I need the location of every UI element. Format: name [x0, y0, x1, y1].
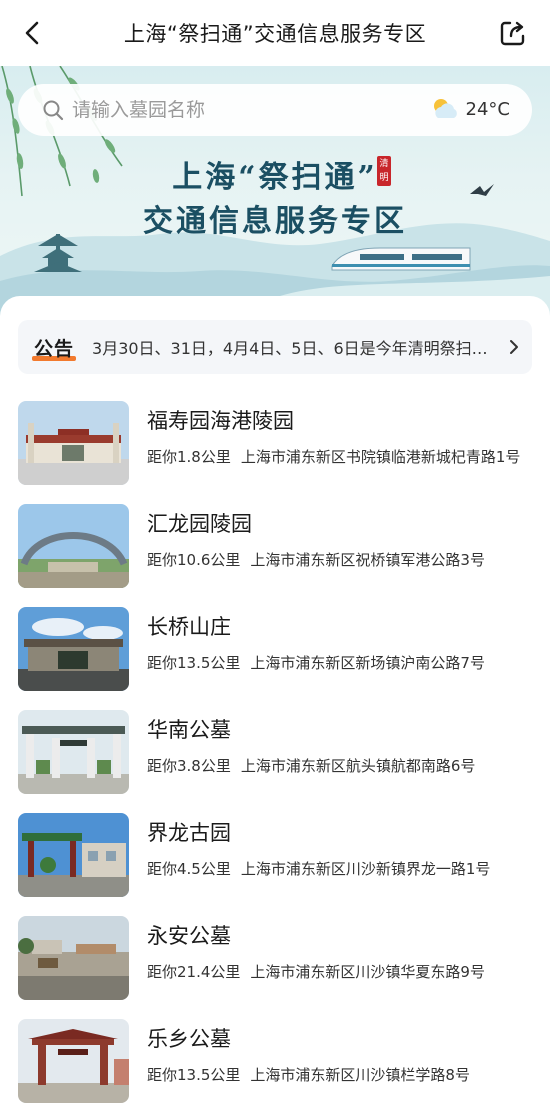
cemetery-name: 福寿园海港陵园: [147, 409, 294, 433]
share-icon: [500, 21, 525, 46]
list-item[interactable]: 福寿园海港陵园 距你1.8公里 上海市浦东新区书院镇临港新城杞青路1号: [0, 400, 550, 503]
cemetery-distance: 距你10.6公里: [147, 551, 241, 569]
top-bar: 上海“祭扫通”交通信息服务专区: [0, 0, 550, 66]
search-bar[interactable]: 24°C: [18, 84, 532, 136]
list-item[interactable]: 乐乡公墓 距你13.5公里 上海市浦东新区川沙镇栏学路8号: [0, 1018, 550, 1106]
cemetery-address: 上海市浦东新区川沙新镇界龙一路1号: [240, 860, 491, 878]
cemetery-name: 永安公墓: [147, 924, 231, 948]
cemetery-name: 汇龙园陵园: [147, 512, 252, 536]
notice-text: 3月30日、31日，4月4日、5日、6日是今年清明祭扫高峰日: [92, 339, 493, 358]
cemetery-distance: 距你4.5公里: [147, 860, 231, 878]
cemetery-distance: 距你13.5公里: [147, 654, 241, 672]
cemetery-photo: [18, 607, 129, 691]
list-item[interactable]: 华南公墓 距你3.8公里 上海市浦东新区航头镇航都南路6号: [0, 709, 550, 812]
cemetery-distance: 距你3.8公里: [147, 757, 231, 775]
temperature: 24°C: [465, 98, 510, 120]
cemetery-name: 华南公墓: [147, 718, 231, 742]
cemetery-name: 长桥山庄: [147, 615, 231, 639]
banner-title-line2: 交通信息服务专区: [143, 204, 407, 239]
cemetery-address-line: 距你21.4公里 上海市浦东新区川沙镇华夏东路9号: [147, 961, 533, 982]
cemetery-distance: 距你21.4公里: [147, 963, 241, 981]
cemetery-address-line: 距你13.5公里 上海市浦东新区川沙镇栏学路8号: [147, 1064, 533, 1085]
page-title: 上海“祭扫通”交通信息服务专区: [123, 22, 427, 46]
cemetery-address-line: 距你4.5公里 上海市浦东新区川沙新镇界龙一路1号: [147, 858, 533, 879]
cemetery-address-line: 距你13.5公里 上海市浦东新区新场镇沪南公路7号: [147, 652, 533, 673]
cemetery-photo: [18, 1019, 129, 1103]
list-item[interactable]: 汇龙园陵园 距你10.6公里 上海市浦东新区祝桥镇军港公路3号: [0, 503, 550, 606]
search-icon: [43, 100, 64, 121]
cemetery-photo: [18, 504, 129, 588]
cemetery-name: 界龙古园: [147, 821, 231, 845]
search-input[interactable]: [72, 99, 412, 121]
qingming-seal: 清明: [377, 156, 391, 186]
content-card: 公告 3月30日、31日，4月4日、5日、6日是今年清明祭扫高峰日 福寿园海港陵…: [0, 296, 550, 1106]
cemetery-address-line: 距你10.6公里 上海市浦东新区祝桥镇军港公路3号: [147, 549, 533, 570]
notice-tag: 公告: [34, 337, 75, 360]
banner-title-line1: 上海“祭扫通”: [172, 160, 378, 195]
partly-cloudy-icon: [433, 99, 457, 118]
cemetery-name: 乐乡公墓: [147, 1027, 231, 1051]
notice-bar[interactable]: 公告 3月30日、31日，4月4日、5日、6日是今年清明祭扫高峰日: [18, 320, 532, 374]
cemetery-photo: [18, 401, 129, 485]
cemetery-address: 上海市浦东新区新场镇沪南公路7号: [250, 654, 485, 672]
list-item[interactable]: 界龙古园 距你4.5公里 上海市浦东新区川沙新镇界龙一路1号: [0, 812, 550, 915]
share-button[interactable]: [496, 17, 530, 49]
back-button[interactable]: [14, 17, 50, 49]
cemetery-address: 上海市浦东新区书院镇临港新城杞青路1号: [240, 448, 521, 466]
cemetery-list: 福寿园海港陵园 距你1.8公里 上海市浦东新区书院镇临港新城杞青路1号 汇龙园陵园…: [0, 400, 550, 1106]
cemetery-address-line: 距你3.8公里 上海市浦东新区航头镇航都南路6号: [147, 755, 533, 776]
cemetery-address: 上海市浦东新区川沙镇栏学路8号: [250, 1066, 470, 1084]
cemetery-address: 上海市浦东新区川沙镇华夏东路9号: [250, 963, 485, 981]
list-item[interactable]: 永安公墓 距你21.4公里 上海市浦东新区川沙镇华夏东路9号: [0, 915, 550, 1018]
weather-widget: 24°C: [430, 96, 510, 122]
chevron-left-icon: [25, 21, 39, 45]
banner: 24°C 上海“祭扫通” 清明 交通信息服务专区: [0, 66, 550, 316]
chevron-right-icon: [510, 340, 518, 354]
cemetery-photo: [18, 813, 129, 897]
list-item[interactable]: 长桥山庄 距你13.5公里 上海市浦东新区新场镇沪南公路7号: [0, 606, 550, 709]
notice-tag-wrap: 公告: [18, 334, 76, 361]
cemetery-address-line: 距你1.8公里 上海市浦东新区书院镇临港新城杞青路1号: [147, 446, 533, 467]
cemetery-photo: [18, 710, 129, 794]
cemetery-distance: 距你1.8公里: [147, 448, 231, 466]
cemetery-address: 上海市浦东新区航头镇航都南路6号: [240, 757, 476, 775]
cemetery-distance: 距你13.5公里: [147, 1066, 241, 1084]
cemetery-photo: [18, 916, 129, 1000]
cemetery-address: 上海市浦东新区祝桥镇军港公路3号: [250, 551, 485, 569]
